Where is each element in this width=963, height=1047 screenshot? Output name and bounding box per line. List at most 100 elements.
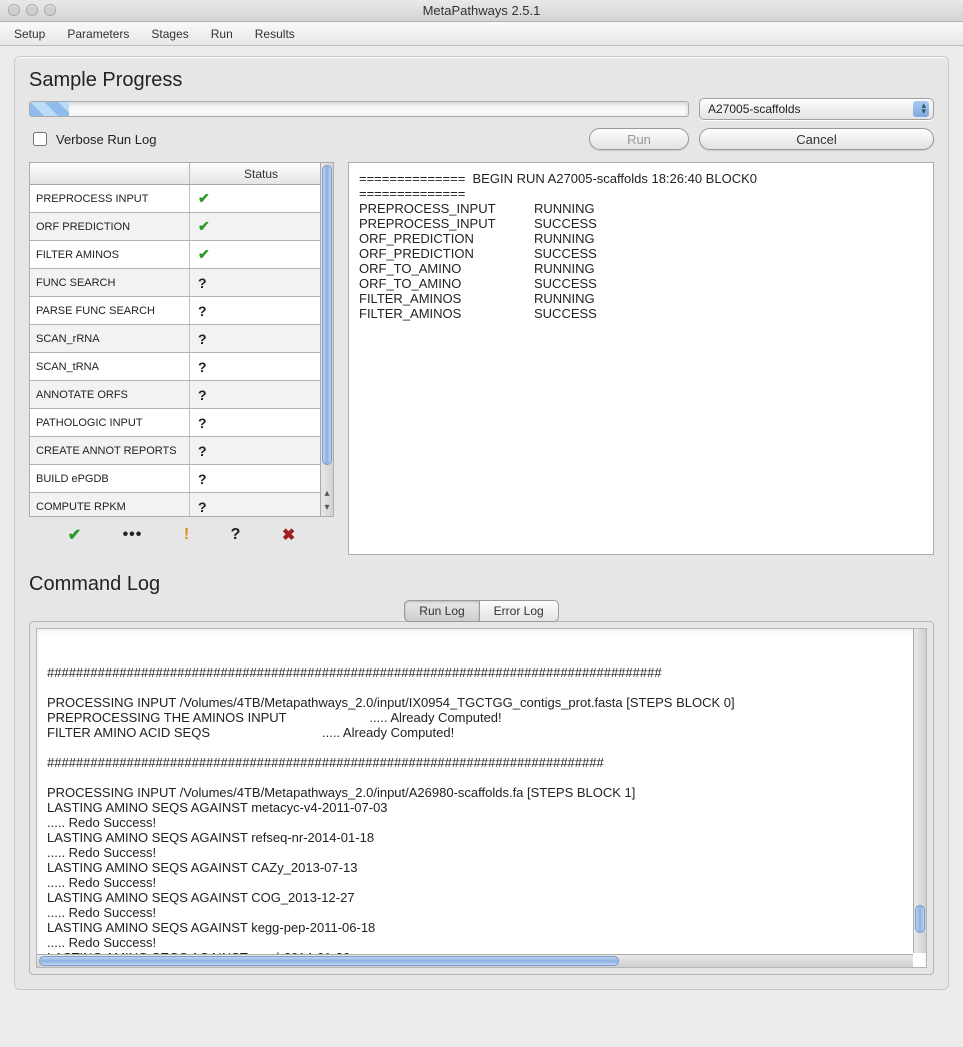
log-line: FILTER_AMINOSSUCCESS [359,306,923,321]
check-icon: ✔ [198,218,210,235]
legend-running-icon: ••• [123,526,143,544]
command-log-hscroll[interactable] [37,954,913,967]
log-line: FILTER_AMINOSRUNNING [359,291,923,306]
status-row-name: PREPROCESS INPUT [30,185,190,212]
status-legend: ✔ ••• ! ? ✖ [29,517,334,547]
question-icon: ? [198,415,207,431]
scroll-down-icon[interactable]: ▾ [321,502,333,516]
verbose-checkbox[interactable]: Verbose Run Log [29,129,156,149]
status-row-icon: ? [190,353,320,380]
cancel-button[interactable]: Cancel [699,128,934,150]
question-icon: ? [198,499,207,515]
status-scrollbar[interactable]: ▴ ▾ [320,163,333,516]
table-row[interactable]: BUILD ePGDB? [30,465,320,493]
legend-success-icon: ✔ [68,525,81,545]
menu-stages[interactable]: Stages [151,27,188,41]
tab-error-log[interactable]: Error Log [480,600,559,622]
menu-parameters[interactable]: Parameters [67,27,129,41]
status-row-name: COMPUTE RPKM [30,493,190,516]
question-icon: ? [198,471,207,487]
status-col-name[interactable] [30,163,190,184]
command-log-vscroll[interactable] [913,629,926,953]
table-row[interactable]: CREATE ANNOT REPORTS? [30,437,320,465]
menu-run[interactable]: Run [211,27,233,41]
check-icon: ✔ [198,246,210,263]
status-row-icon: ? [190,325,320,352]
table-row[interactable]: SCAN_rRNA? [30,325,320,353]
status-row-name: PATHOLOGIC INPUT [30,409,190,436]
minimize-icon[interactable] [26,4,38,16]
status-row-icon: ✔ [190,241,320,268]
scrollbar-thumb[interactable] [915,905,925,933]
status-table: Status PREPROCESS INPUT✔ORF PREDICTION✔F… [29,162,334,517]
status-row-icon: ✔ [190,185,320,212]
table-row[interactable]: PATHOLOGIC INPUT? [30,409,320,437]
sample-select-value: A27005-scaffolds [708,102,801,116]
status-row-icon: ? [190,465,320,492]
status-row-icon: ? [190,269,320,296]
log-line: ORF_PREDICTIONSUCCESS [359,246,923,261]
menu-results[interactable]: Results [255,27,295,41]
table-row[interactable]: ORF PREDICTION ✔ [30,213,320,241]
status-row-icon: ✔ [190,213,320,240]
log-line: ============== [359,186,923,201]
table-row[interactable]: FUNC SEARCH? [30,269,320,297]
window-title: MetaPathways 2.5.1 [423,3,541,18]
status-row-name: ORF PREDICTION [30,213,190,240]
table-row[interactable]: ANNOTATE ORFS? [30,381,320,409]
scroll-up-icon[interactable]: ▴ [321,488,333,502]
log-line: ============== BEGIN RUN A27005-scaffold… [359,171,923,186]
progress-bar [29,101,689,117]
question-icon: ? [198,359,207,375]
chevron-down-icon: ▾ [921,107,926,116]
log-line: PREPROCESS_INPUTSUCCESS [359,216,923,231]
legend-unknown-icon: ? [231,526,241,544]
question-icon: ? [198,443,207,459]
table-row[interactable]: PREPROCESS INPUT ✔ [30,185,320,213]
status-row-name: ANNOTATE ORFS [30,381,190,408]
menu-setup[interactable]: Setup [14,27,45,41]
section-command-log: Command Log [29,573,934,596]
log-line: ORF_TO_AMINOSUCCESS [359,276,923,291]
scrollbar-thumb[interactable] [39,956,619,966]
run-button[interactable]: Run [589,128,689,150]
scrollbar-thumb[interactable] [322,165,332,465]
status-row-name: PARSE FUNC SEARCH [30,297,190,324]
status-row-name: BUILD ePGDB [30,465,190,492]
sample-select[interactable]: A27005-scaffolds ▴ ▾ [699,98,934,120]
question-icon: ? [198,331,207,347]
table-row[interactable]: COMPUTE RPKM? [30,493,320,516]
zoom-icon[interactable] [44,4,56,16]
command-log-text[interactable]: ########################################… [36,628,927,968]
progress-fill [30,102,69,116]
status-row-icon: ? [190,437,320,464]
menubar: Setup Parameters Stages Run Results [0,22,963,46]
legend-warning-icon: ! [184,526,189,544]
question-icon: ? [198,387,207,403]
status-table-header: Status [30,163,333,185]
status-row-icon: ? [190,409,320,436]
close-icon[interactable] [8,4,20,16]
status-row-icon: ? [190,381,320,408]
table-row[interactable]: FILTER AMINOS ✔ [30,241,320,269]
command-log-frame: ########################################… [29,621,934,975]
traffic-lights [8,4,56,16]
check-icon: ✔ [198,190,210,207]
verbose-checkbox-input[interactable] [33,132,47,146]
log-line: PREPROCESS_INPUTRUNNING [359,201,923,216]
log-tabs: Run Log Error Log [29,600,934,622]
verbose-checkbox-label: Verbose Run Log [56,132,156,147]
section-sample-progress: Sample Progress [29,69,934,92]
table-row[interactable]: SCAN_tRNA? [30,353,320,381]
status-row-name: FILTER AMINOS [30,241,190,268]
window-titlebar: MetaPathways 2.5.1 [0,0,963,22]
status-row-icon: ? [190,493,320,516]
status-col-status[interactable]: Status [190,163,333,184]
status-row-name: FUNC SEARCH [30,269,190,296]
command-log-content: ########################################… [47,665,916,965]
table-row[interactable]: PARSE FUNC SEARCH? [30,297,320,325]
tab-run-log[interactable]: Run Log [404,600,479,622]
run-log-panel: ============== BEGIN RUN A27005-scaffold… [348,162,934,555]
question-icon: ? [198,275,207,291]
log-line: ORF_PREDICTIONRUNNING [359,231,923,246]
